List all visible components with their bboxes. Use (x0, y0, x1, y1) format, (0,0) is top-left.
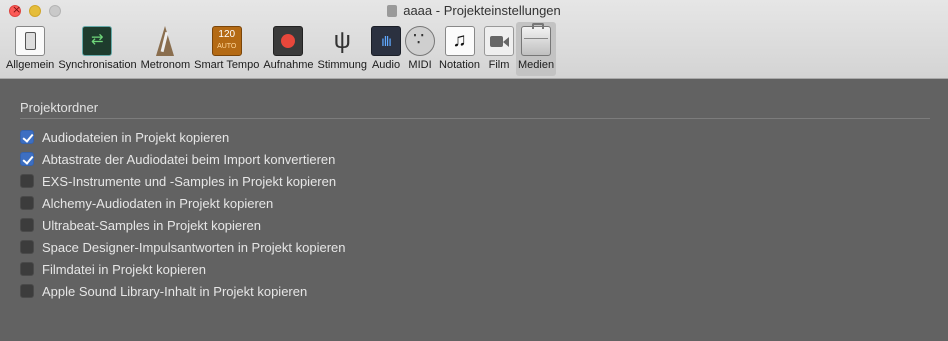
option-label: Alchemy-Audiodaten in Projekt kopieren (42, 195, 274, 211)
section-title: Projektordner (20, 100, 99, 115)
option-row[interactable]: Ultrabeat-Samples in Projekt kopieren (20, 214, 346, 236)
tab-label: Audio (371, 59, 401, 71)
option-label: Space Designer-Impulsantworten in Projek… (42, 239, 346, 255)
tab-label: Film (488, 59, 510, 71)
option-row[interactable]: EXS-Instrumente und -Samples in Projekt … (20, 170, 346, 192)
option-checkbox[interactable] (20, 196, 34, 210)
section-divider (20, 118, 930, 119)
briefcase-icon (521, 23, 552, 56)
tab-film[interactable]: Film (482, 22, 516, 76)
option-row[interactable]: Abtastrate der Audiodatei beim Import ko… (20, 148, 346, 170)
tab-synchronisation[interactable]: ⇄ Synchronisation (56, 22, 138, 76)
option-row[interactable]: Apple Sound Library-Inhalt in Projekt ko… (20, 280, 346, 302)
option-checkbox[interactable] (20, 262, 34, 276)
sync-arrows-icon: ⇄ (82, 26, 113, 56)
option-label: Apple Sound Library-Inhalt in Projekt ko… (42, 283, 308, 299)
option-label: Audiodateien in Projekt kopieren (42, 129, 230, 145)
metronome-icon (150, 26, 180, 56)
option-label: EXS-Instrumente und -Samples in Projekt … (42, 173, 337, 189)
tab-audio[interactable]: ıllı Audio (369, 22, 403, 76)
tab-label: Allgemein (6, 59, 55, 71)
tab-label: Metronom (140, 59, 191, 71)
option-label: Abtastrate der Audiodatei beim Import ko… (42, 151, 336, 167)
smart-tempo-mode: AUTO (217, 43, 237, 50)
window-title: aaaa - Projekteinstellungen (403, 3, 561, 18)
option-checkbox[interactable] (20, 174, 34, 188)
general-switch-icon (15, 26, 46, 56)
option-label: Filmdatei in Projekt kopieren (42, 261, 207, 277)
media-settings-panel: Projektordner Audiodateien in Projekt ko… (0, 79, 948, 341)
option-checkbox[interactable] (20, 130, 34, 144)
tuning-fork-icon: ψ (333, 27, 351, 54)
project-settings-window: aaaa - Projekteinstellungen Allgemein ⇄ … (0, 0, 948, 341)
window-title-container: aaaa - Projekteinstellungen (0, 3, 948, 18)
tab-aufnahme[interactable]: Aufnahme (261, 22, 315, 76)
midi-connector-icon (405, 26, 436, 56)
option-checkbox[interactable] (20, 240, 34, 254)
toolbar: Allgemein ⇄ Synchronisation Metronom 120… (4, 22, 557, 76)
option-row[interactable]: Space Designer-Impulsantworten in Projek… (20, 236, 346, 258)
waveform-icon: ıllı (371, 26, 402, 56)
camera-icon (484, 26, 515, 56)
document-icon (387, 5, 398, 17)
tab-label: Smart Tempo (194, 59, 260, 71)
tab-medien[interactable]: Medien (516, 22, 557, 76)
record-icon (273, 26, 304, 56)
tab-metronom[interactable]: Metronom (139, 22, 193, 76)
tab-midi[interactable]: MIDI (403, 22, 437, 76)
smart-tempo-icon: 120 AUTO (211, 26, 242, 56)
tab-notation[interactable]: ♫ Notation (437, 22, 482, 76)
option-row[interactable]: Filmdatei in Projekt kopieren (20, 258, 346, 280)
music-note-icon: ♫ (444, 26, 475, 56)
option-row[interactable]: Alchemy-Audiodaten in Projekt kopieren (20, 192, 346, 214)
option-row[interactable]: Audiodateien in Projekt kopieren (20, 126, 346, 148)
tab-allgemein[interactable]: Allgemein (4, 22, 56, 76)
option-checkbox[interactable] (20, 152, 34, 166)
option-label: Ultrabeat-Samples in Projekt kopieren (42, 217, 261, 233)
smart-tempo-value: 120 (218, 29, 236, 40)
option-checkbox[interactable] (20, 218, 34, 232)
tab-smart-tempo[interactable]: 120 AUTO Smart Tempo (192, 22, 261, 76)
tab-label: Notation (439, 59, 481, 71)
option-checkbox[interactable] (20, 284, 34, 298)
tab-label: Medien (518, 59, 555, 71)
tab-label: MIDI (408, 59, 432, 71)
option-list: Audiodateien in Projekt kopieren Abtastra… (20, 126, 346, 302)
tab-label: Stimmung (317, 59, 368, 71)
tab-label: Synchronisation (58, 59, 137, 71)
tab-label: Aufnahme (263, 59, 314, 71)
title-bar: aaaa - Projekteinstellungen Allgemein ⇄ … (0, 0, 948, 79)
tab-stimmung[interactable]: ψ Stimmung (316, 22, 370, 76)
